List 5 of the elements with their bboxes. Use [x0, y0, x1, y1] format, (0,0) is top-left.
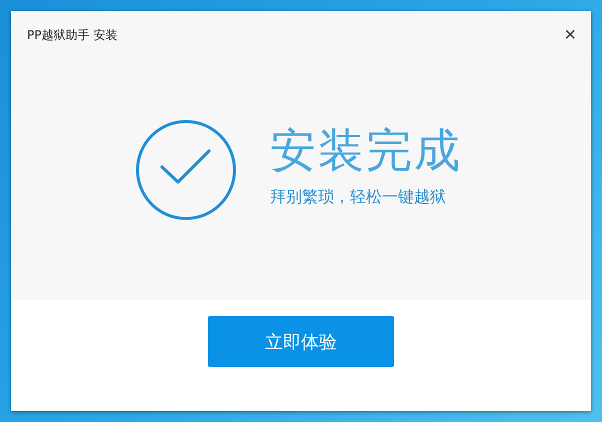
checkmark-circle-icon [135, 119, 237, 221]
window-title: PP越狱助手 安装 [27, 26, 118, 44]
completion-subtitle: 拜别繁琐，轻松一键越狱 [270, 186, 447, 208]
close-button[interactable]: × [561, 25, 579, 45]
completion-heading: 安装完成 [270, 122, 462, 176]
